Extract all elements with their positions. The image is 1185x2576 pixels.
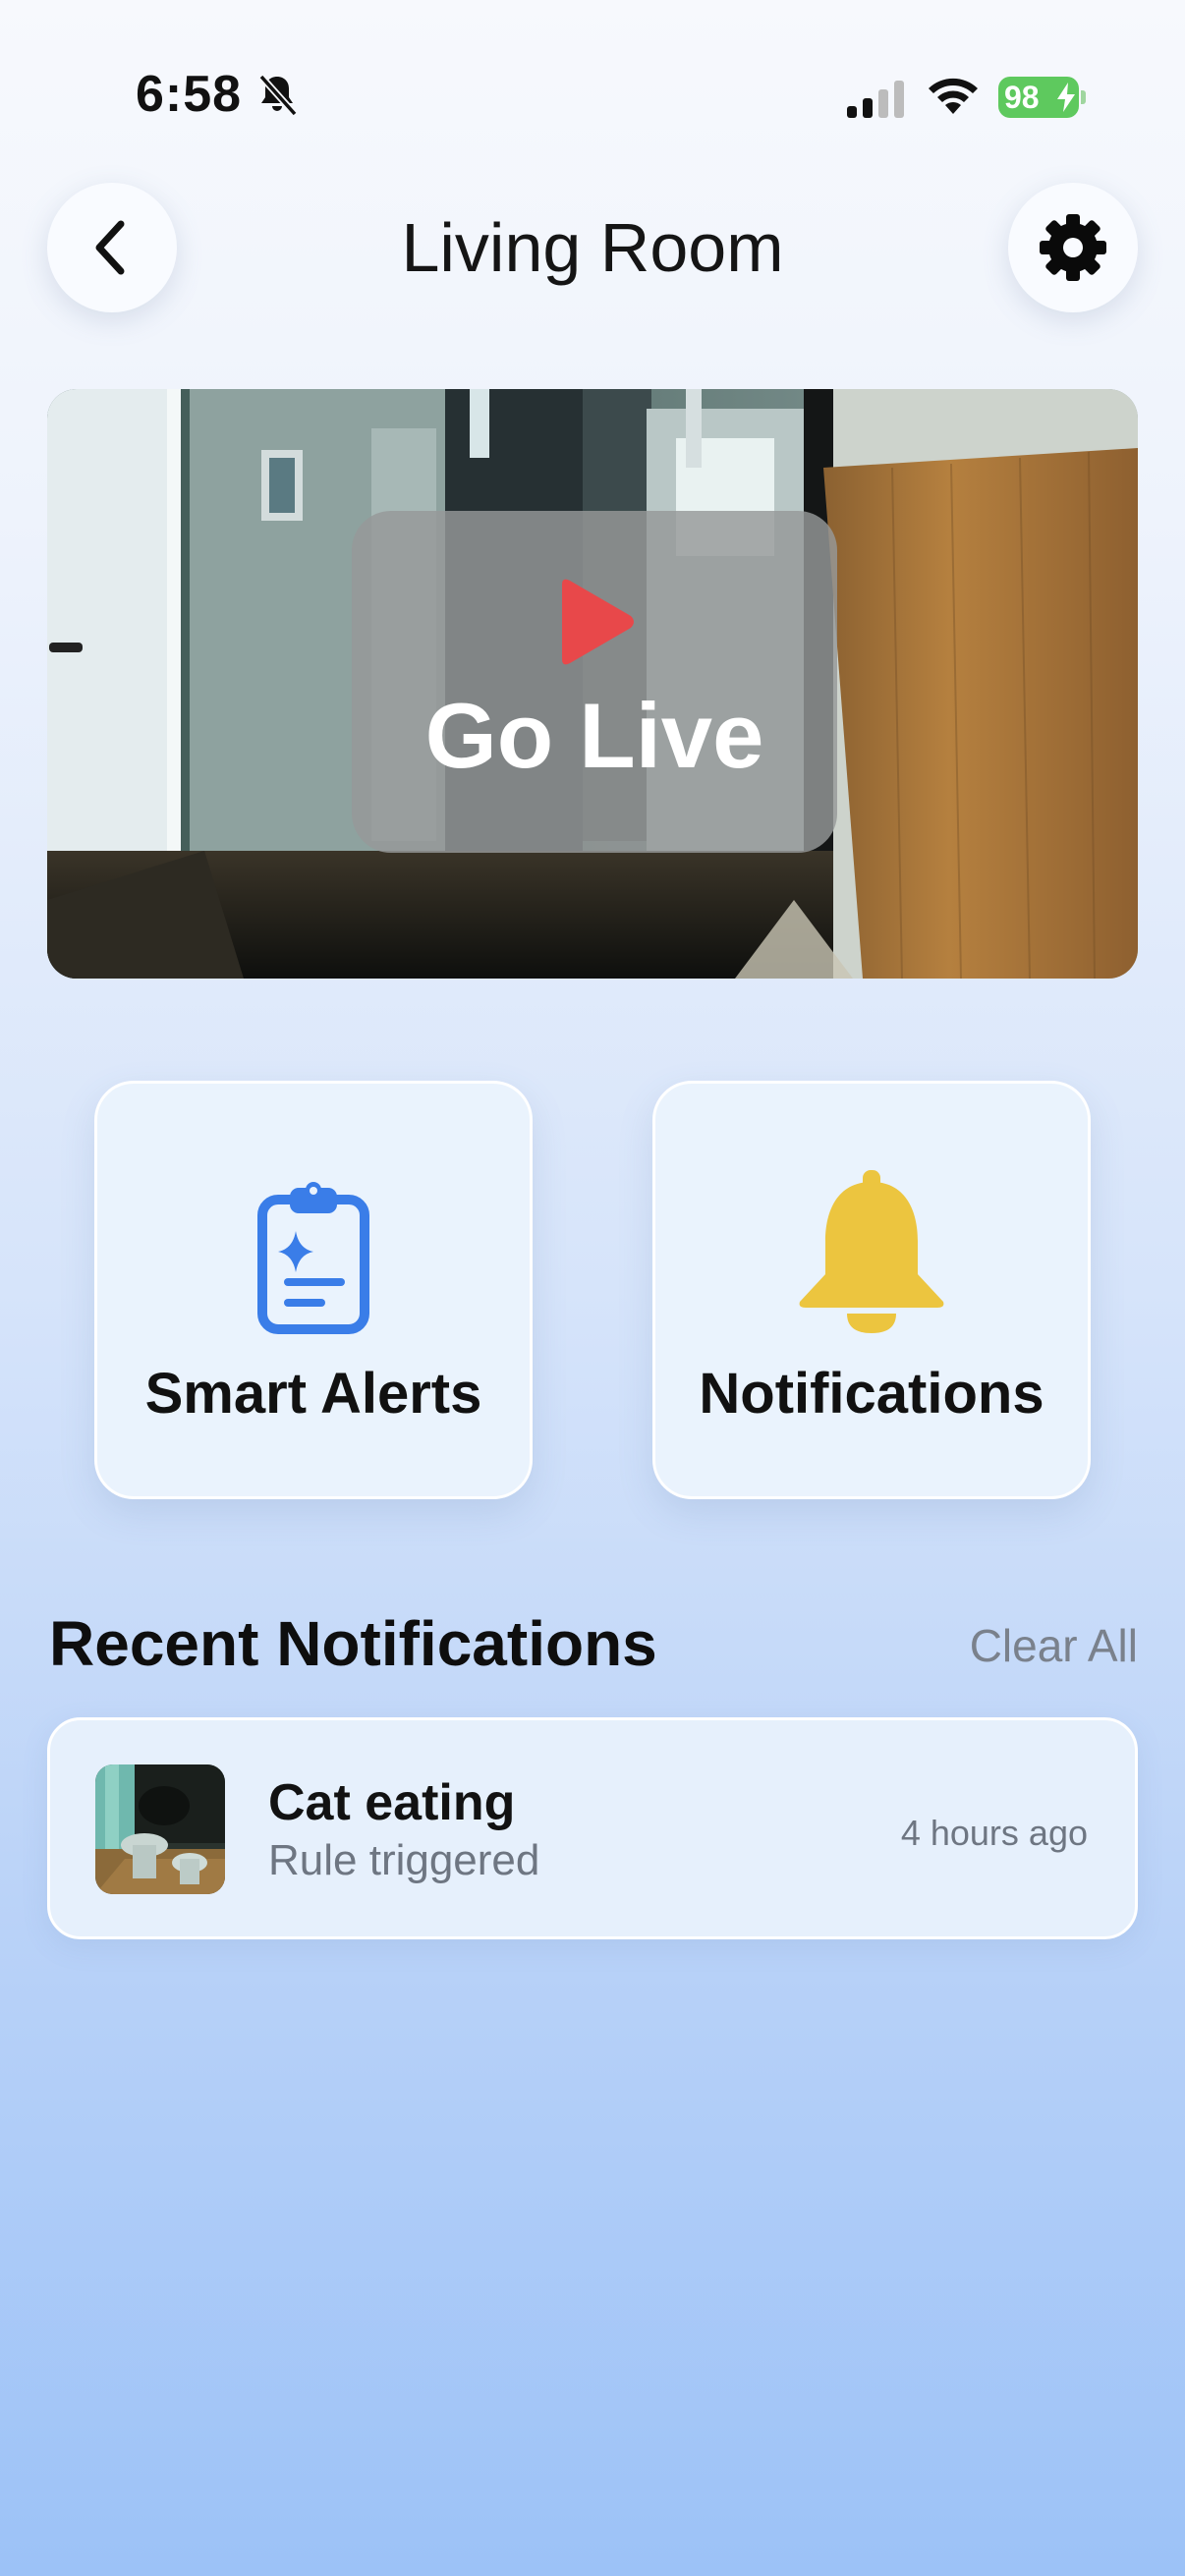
notification-item[interactable]: Cat eating Rule triggered 4 hours ago (47, 1717, 1138, 1939)
status-time: 6:58 (136, 66, 243, 123)
wifi-icon (929, 78, 978, 114)
notification-time: 4 hours ago (900, 1813, 1088, 1853)
clear-all-button[interactable]: Clear All (970, 1619, 1138, 1672)
tile-icon-wrap (256, 1168, 370, 1335)
battery-cap (1081, 90, 1086, 104)
smart-alerts-tile[interactable]: Smart Alerts (94, 1081, 533, 1499)
tile-icon-wrap (796, 1168, 947, 1335)
charging-bolt-icon (1057, 83, 1075, 112)
notifications-label: Notifications (699, 1362, 1044, 1426)
gear-icon (1040, 214, 1106, 281)
camera-preview[interactable]: Go Live (47, 389, 1138, 979)
go-live-button[interactable]: Go Live (352, 511, 837, 853)
notification-title: Cat eating (268, 1774, 516, 1831)
battery-level: 98 (1004, 79, 1040, 115)
battery-indicator: 98 (998, 77, 1079, 118)
clipboard-sparkle-icon (257, 1182, 369, 1334)
go-live-label: Go Live (424, 684, 764, 787)
bell-muted-icon (258, 74, 298, 117)
notification-subtitle: Rule triggered (268, 1836, 540, 1884)
play-icon (562, 579, 634, 665)
notifications-tile[interactable]: Notifications (652, 1081, 1091, 1499)
notification-thumbnail (95, 1764, 225, 1894)
bell-icon (799, 1170, 944, 1333)
cellular-signal-icon (847, 81, 904, 118)
cat-snapshot-image (95, 1764, 225, 1894)
recent-notifications-heading: Recent Notifications (49, 1608, 657, 1679)
smart-alerts-label: Smart Alerts (144, 1362, 482, 1426)
status-bar: 6:58 98 (0, 0, 1185, 196)
settings-button[interactable] (1008, 183, 1138, 312)
